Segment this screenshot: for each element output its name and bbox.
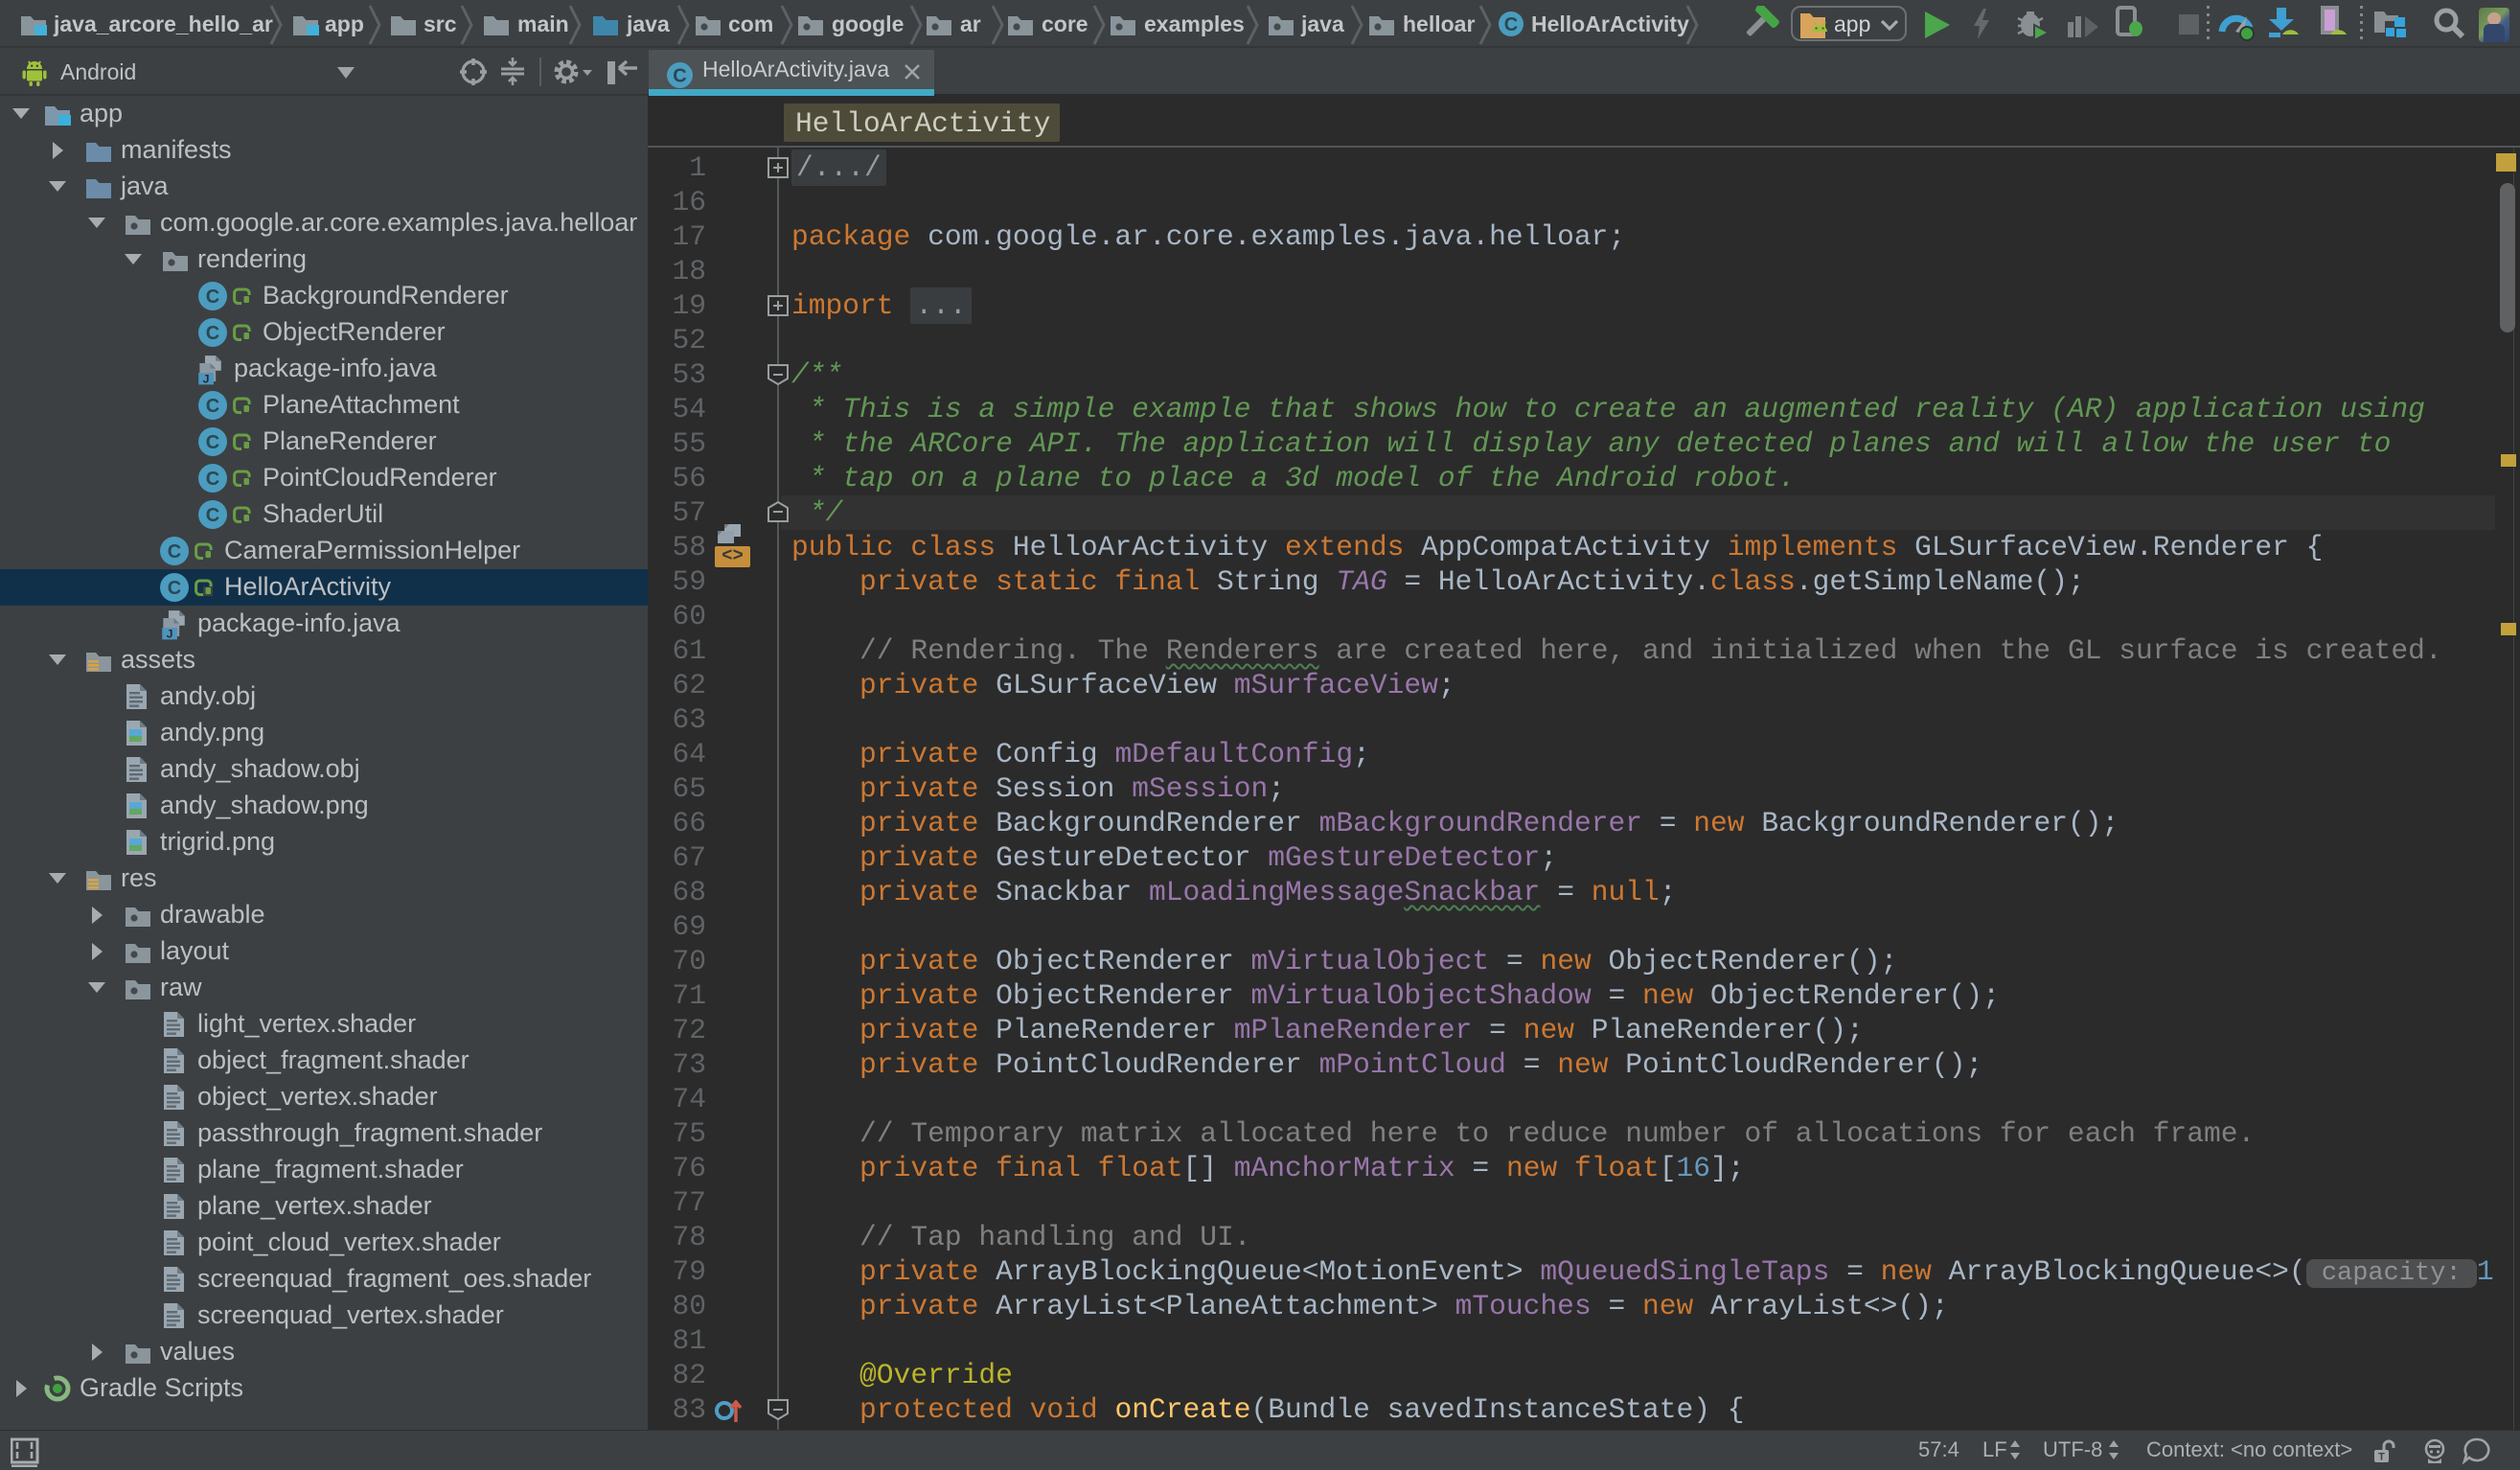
- svg-text:C: C: [168, 578, 181, 599]
- svg-text:J: J: [167, 628, 173, 641]
- svg-text:C: C: [1504, 14, 1518, 35]
- svg-text:J: J: [203, 373, 210, 386]
- svg-text:C: C: [206, 396, 219, 417]
- svg-text:C: C: [673, 66, 686, 87]
- svg-text:C: C: [206, 505, 219, 526]
- svg-text:C: C: [206, 469, 219, 490]
- svg-text:T: T: [2378, 1452, 2385, 1463]
- svg-text:C: C: [206, 432, 219, 453]
- svg-text:C: C: [206, 287, 219, 308]
- svg-text:C: C: [168, 541, 181, 563]
- svg-text:C: C: [206, 323, 219, 344]
